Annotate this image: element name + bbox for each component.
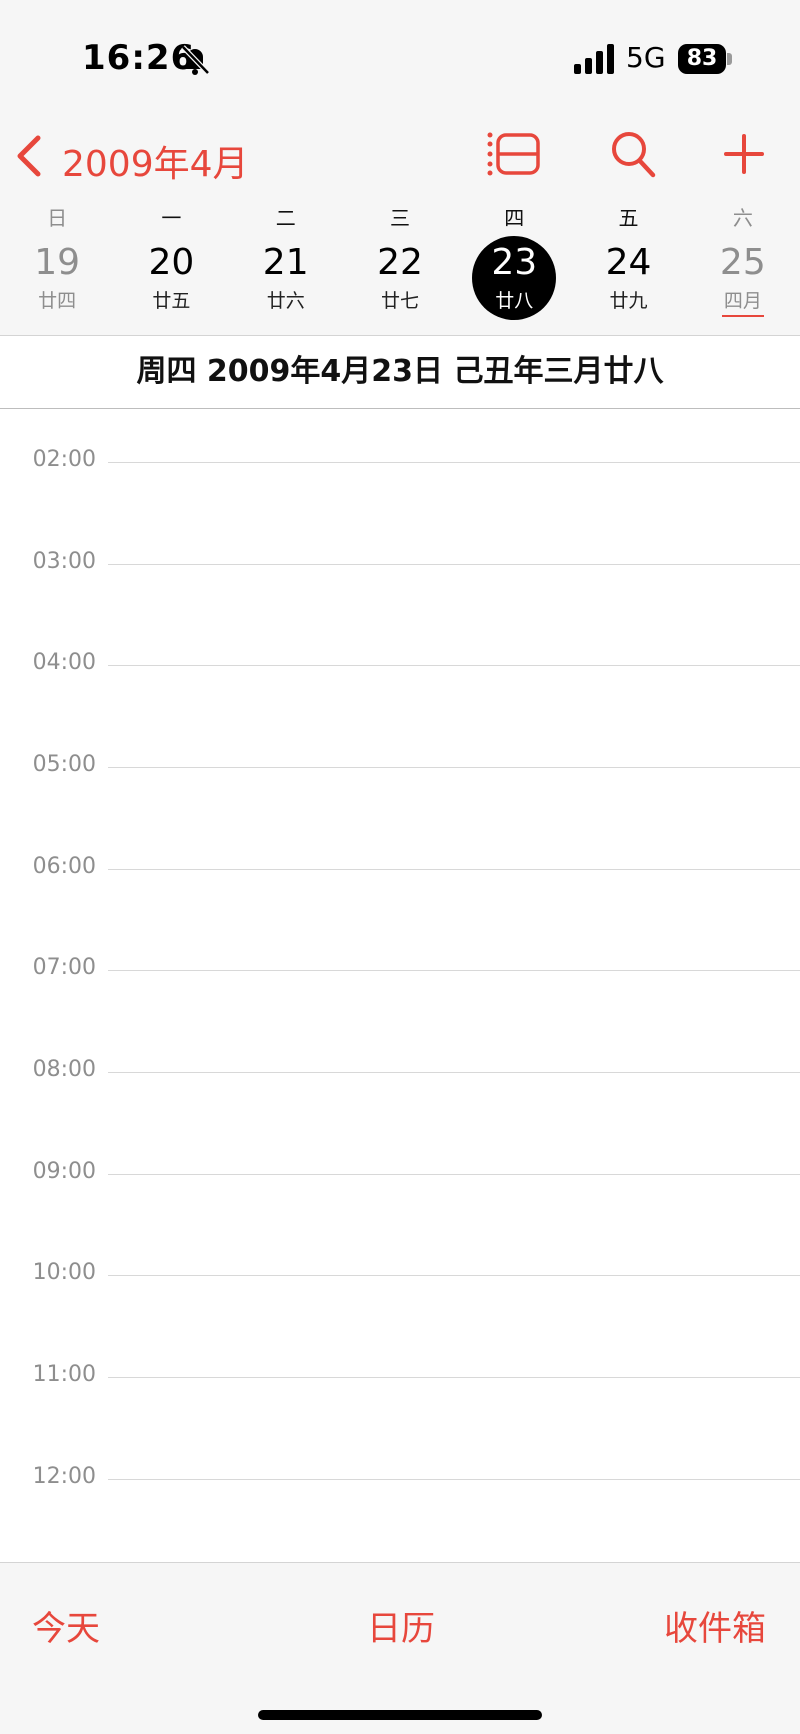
hour-divider bbox=[108, 869, 800, 870]
hour-label: 02:00 bbox=[32, 447, 96, 472]
hour-row: 03:00 bbox=[0, 549, 800, 574]
weekday-header: 日 一 二 三 四 五 六 bbox=[0, 202, 800, 232]
day-number: 19 bbox=[34, 242, 81, 283]
lunar-date: 廿八 bbox=[495, 290, 534, 312]
hour-divider bbox=[108, 1072, 800, 1073]
hour-label: 11:00 bbox=[32, 1362, 96, 1387]
top-bar: 16:26 5G 83 2009年4月 日 一 二 三 四 五 六 19 廿四 … bbox=[0, 0, 800, 336]
day-number: 21 bbox=[262, 242, 309, 283]
hour-row: 08:00 bbox=[0, 1057, 800, 1082]
hour-label: 10:00 bbox=[32, 1260, 96, 1285]
hour-divider bbox=[108, 970, 800, 971]
hour-divider bbox=[108, 767, 800, 768]
hour-row: 06:00 bbox=[0, 854, 800, 879]
add-icon[interactable] bbox=[724, 134, 764, 174]
weekday-label: 日 bbox=[47, 206, 68, 230]
hour-divider bbox=[108, 1174, 800, 1175]
hour-label: 09:00 bbox=[32, 1159, 96, 1184]
lunar-date: 四月 bbox=[723, 290, 762, 312]
day-number: 20 bbox=[148, 242, 195, 283]
day-cell[interactable]: 22 廿七 bbox=[343, 236, 457, 326]
battery-cap bbox=[727, 53, 732, 65]
hour-row: 04:00 bbox=[0, 650, 800, 675]
selected-date-title: 周四 2009年4月23日 己丑年三月廿八 bbox=[0, 336, 800, 409]
lunar-date: 廿九 bbox=[609, 290, 648, 312]
lunar-date: 廿七 bbox=[380, 290, 419, 312]
weekday-label: 三 bbox=[389, 206, 410, 230]
day-number: 23 bbox=[491, 242, 538, 283]
silent-bell-icon bbox=[181, 45, 210, 75]
hour-row: 02:00 bbox=[0, 447, 800, 472]
hour-row: 09:00 bbox=[0, 1159, 800, 1184]
hour-row: 12:00 bbox=[0, 1464, 800, 1489]
bottom-tab-bar: 今天 日历 收件箱 bbox=[0, 1562, 800, 1734]
day-number: 25 bbox=[719, 242, 766, 283]
lunar-date: 廿五 bbox=[152, 290, 191, 312]
lunar-date: 廿四 bbox=[38, 290, 77, 312]
day-cell[interactable]: 24 廿九 bbox=[571, 236, 685, 326]
day-timeline[interactable]: 02:00 03:00 04:00 05:00 06:00 07:00 08:0… bbox=[0, 409, 800, 1561]
back-label: 2009年4月 bbox=[62, 144, 249, 185]
battery-level: 83 bbox=[686, 46, 718, 71]
weekday-label: 四 bbox=[504, 206, 525, 230]
today-button[interactable]: 今天 bbox=[32, 1601, 100, 1650]
hour-label: 12:00 bbox=[32, 1464, 96, 1489]
hour-divider bbox=[108, 665, 800, 666]
home-indicator[interactable] bbox=[258, 1710, 542, 1720]
hour-divider bbox=[108, 564, 800, 565]
hour-row: 10:00 bbox=[0, 1260, 800, 1285]
signal-icon bbox=[574, 44, 614, 74]
day-number: 24 bbox=[605, 242, 652, 283]
back-to-month-button[interactable]: 2009年4月 bbox=[14, 126, 314, 186]
hour-label: 05:00 bbox=[32, 752, 96, 777]
hour-row: 07:00 bbox=[0, 955, 800, 980]
hour-divider bbox=[108, 1275, 800, 1276]
search-icon[interactable] bbox=[610, 130, 656, 178]
hour-divider bbox=[108, 462, 800, 463]
battery-icon: 83 bbox=[678, 44, 726, 74]
hour-divider bbox=[108, 1479, 800, 1480]
day-cell-selected[interactable]: 23 廿八 bbox=[457, 236, 571, 326]
chevron-left-icon bbox=[17, 135, 41, 177]
hour-row: 11:00 bbox=[0, 1362, 800, 1387]
weekday-label: 一 bbox=[161, 206, 182, 230]
weekday-label: 二 bbox=[275, 206, 296, 230]
hour-label: 08:00 bbox=[32, 1057, 96, 1082]
hour-label: 04:00 bbox=[32, 650, 96, 675]
list-view-icon[interactable] bbox=[486, 132, 542, 176]
network-type: 5G bbox=[626, 41, 666, 74]
calendars-button[interactable]: 日历 bbox=[367, 1601, 435, 1650]
day-cell[interactable]: 20 廿五 bbox=[114, 236, 228, 326]
inbox-button[interactable]: 收件箱 bbox=[664, 1601, 766, 1650]
weekday-label: 五 bbox=[618, 206, 639, 230]
lunar-month-underline bbox=[721, 315, 764, 317]
lunar-date: 廿六 bbox=[266, 290, 305, 312]
week-strip: 19 廿四 20 廿五 21 廿六 22 廿七 23 廿八 24 廿九 25 四… bbox=[0, 236, 800, 326]
hour-label: 07:00 bbox=[32, 955, 96, 980]
day-cell[interactable]: 25 四月 bbox=[686, 236, 800, 326]
hour-divider bbox=[108, 1377, 800, 1378]
hour-label: 03:00 bbox=[32, 549, 96, 574]
hour-row: 05:00 bbox=[0, 752, 800, 777]
day-number: 22 bbox=[377, 242, 423, 283]
hour-label: 06:00 bbox=[32, 854, 96, 879]
day-cell[interactable]: 19 廿四 bbox=[0, 236, 114, 326]
weekday-label: 六 bbox=[732, 206, 753, 230]
day-cell[interactable]: 21 廿六 bbox=[229, 236, 343, 326]
